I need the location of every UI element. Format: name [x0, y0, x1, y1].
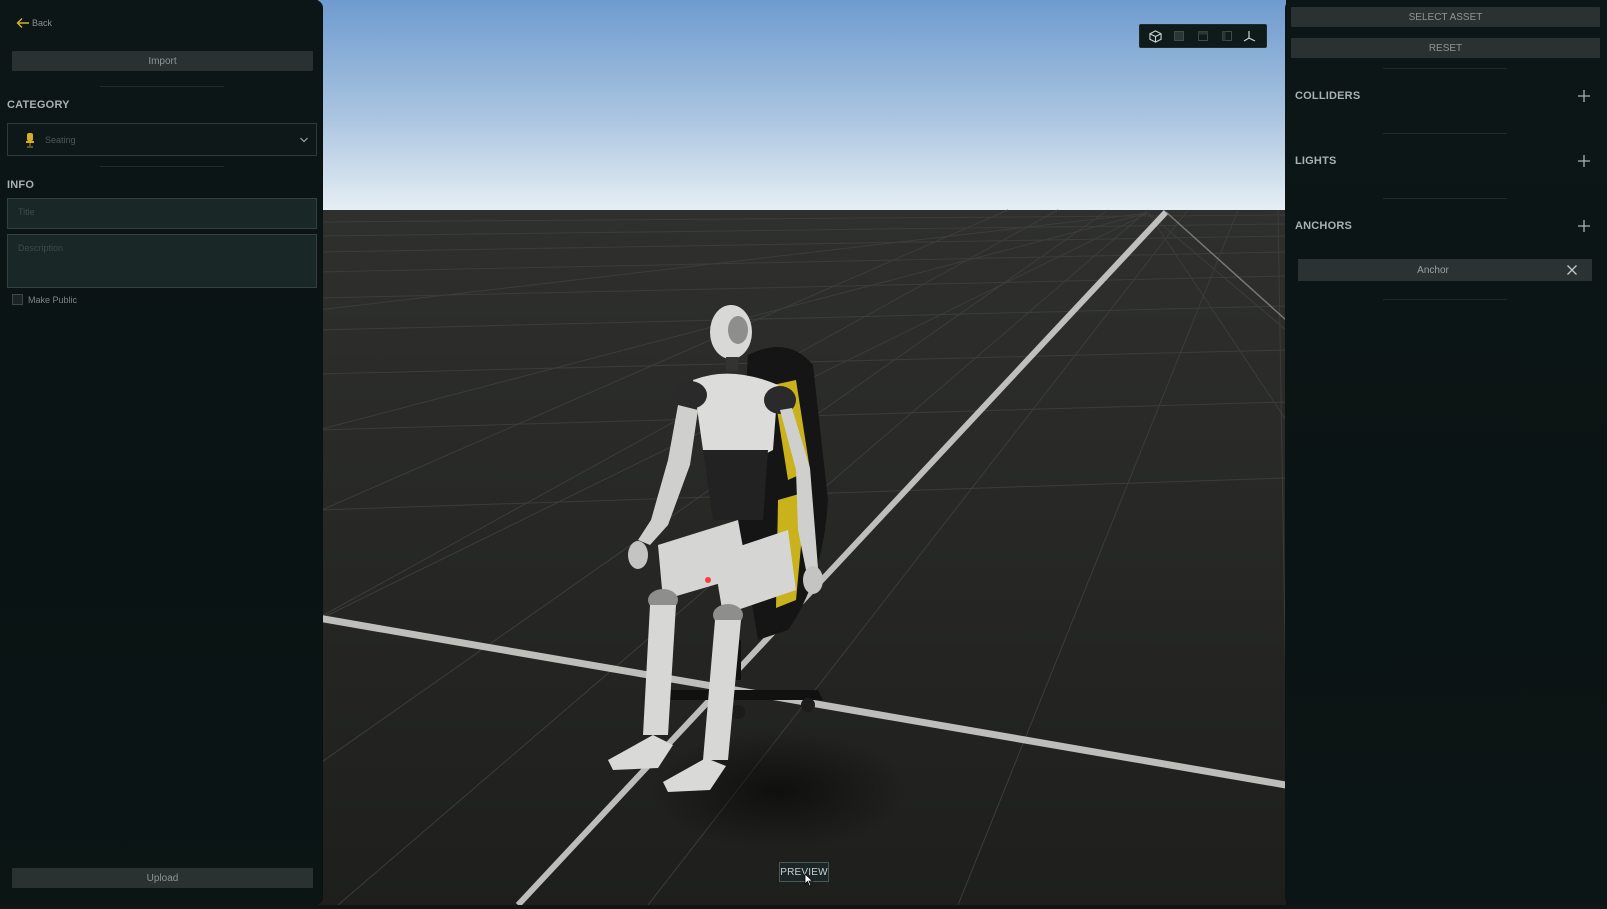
anchors-section-title: ANCHORS [1295, 220, 1353, 232]
left-panel: Back Import CATEGORY Seating INFO Title … [0, 0, 323, 905]
divider [1383, 133, 1507, 134]
select-asset-button[interactable]: SELECT ASSET [1291, 7, 1600, 27]
make-public-label: Make Public [28, 294, 78, 305]
bottom-strip [0, 905, 1607, 909]
anchor-list-item[interactable]: Anchor [1298, 259, 1592, 281]
info-section-title: INFO [7, 179, 35, 191]
mouse-cursor-icon [804, 873, 814, 887]
top-view-icon[interactable] [1194, 27, 1212, 45]
lights-section-title: LIGHTS [1295, 155, 1337, 167]
category-select[interactable]: Seating [7, 123, 317, 156]
divider [100, 166, 224, 167]
back-label: Back [32, 18, 53, 28]
upload-button[interactable]: Upload [12, 868, 313, 888]
back-arrow-icon [16, 18, 29, 28]
3d-viewport[interactable]: PREVIEW [318, 0, 1286, 905]
side-view-icon[interactable] [1218, 27, 1236, 45]
import-button[interactable]: Import [12, 51, 313, 71]
remove-anchor-button[interactable] [1552, 259, 1592, 281]
back-link[interactable]: Back [16, 14, 52, 32]
close-icon [1567, 265, 1577, 275]
anchor-item-label: Anchor [1417, 264, 1449, 276]
colliders-section-title: COLLIDERS [1295, 90, 1361, 102]
divider [1383, 299, 1507, 300]
description-textarea[interactable]: Description [7, 234, 317, 288]
right-panel: SELECT ASSET RESET COLLIDERS LIGHTS ANCH… [1285, 0, 1607, 905]
seat-icon [26, 132, 34, 148]
add-collider-plus-icon[interactable] [1576, 88, 1592, 104]
make-public-checkbox[interactable] [12, 294, 23, 305]
front-view-icon[interactable] [1170, 27, 1188, 45]
chevron-down-icon [300, 137, 308, 142]
editor-root: PREVIEW Back Import CATEGORY Seating INF… [0, 0, 1607, 909]
add-light-plus-icon[interactable] [1576, 153, 1592, 169]
scene-render [318, 0, 1286, 905]
category-selected-value: Seating [45, 134, 76, 145]
title-input[interactable]: Title [7, 198, 317, 229]
category-section-title: CATEGORY [7, 99, 70, 111]
divider [1383, 198, 1507, 199]
make-public-toggle[interactable]: Make Public [12, 294, 77, 305]
divider [100, 86, 224, 87]
reset-button[interactable]: RESET [1291, 38, 1600, 58]
axes-icon[interactable] [1241, 27, 1259, 45]
cube-icon[interactable] [1147, 27, 1165, 45]
add-anchor-plus-icon[interactable] [1576, 218, 1592, 234]
divider [1383, 68, 1507, 69]
viewport-toolbar [1139, 24, 1267, 48]
